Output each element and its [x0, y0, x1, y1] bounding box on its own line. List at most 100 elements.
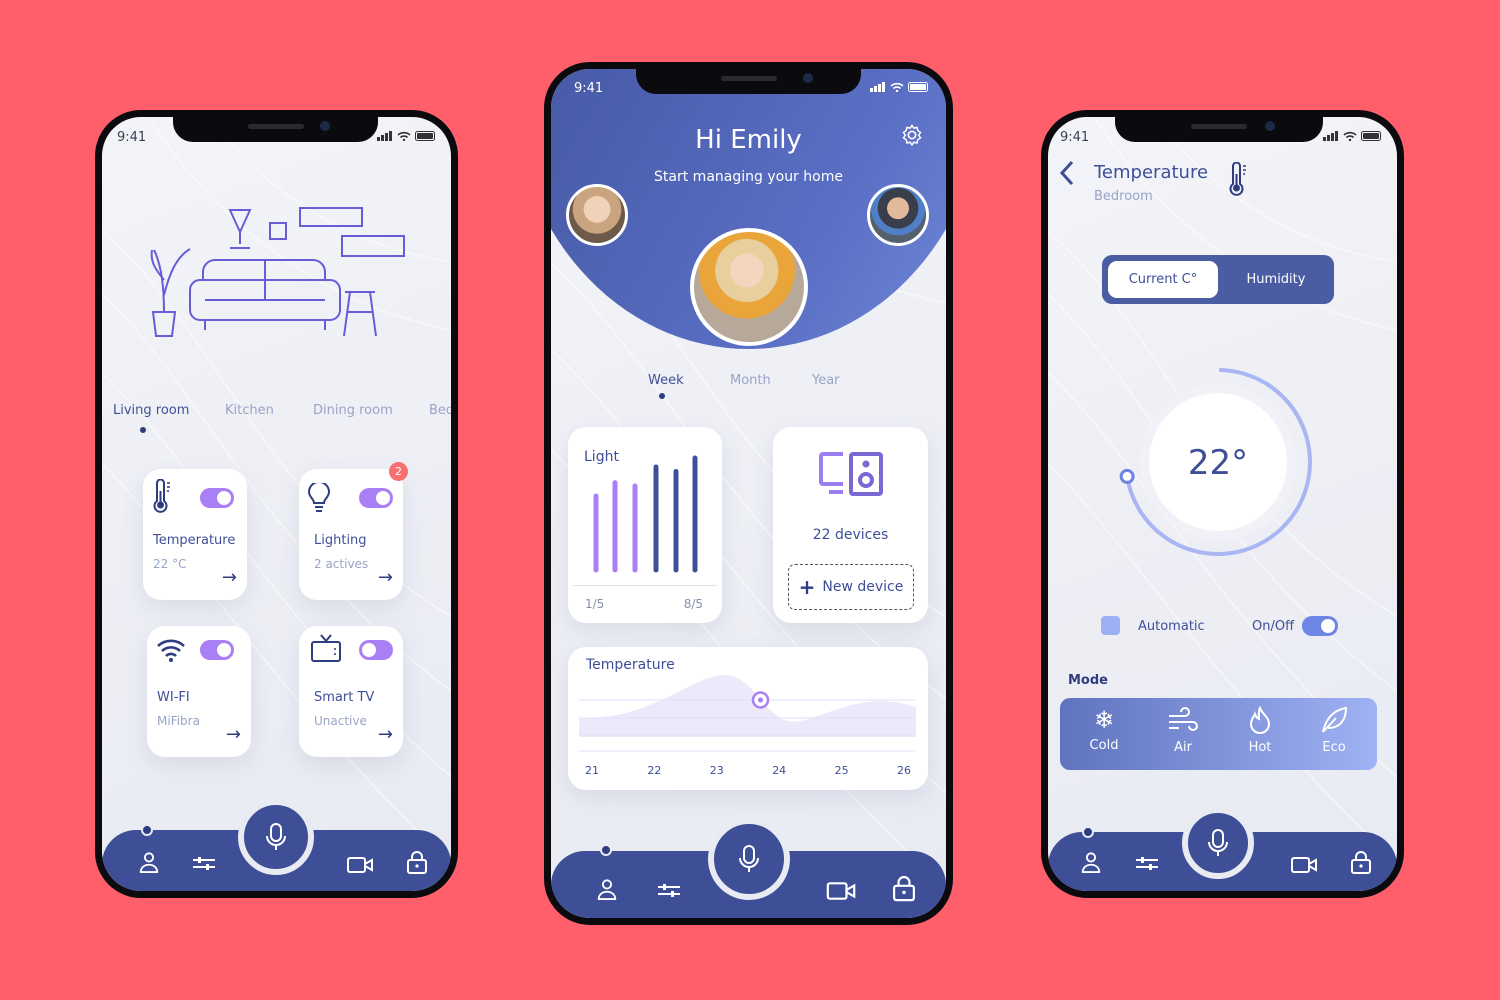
lock-icon[interactable] [1351, 849, 1371, 875]
arrow-right-icon[interactable]: → [226, 724, 241, 745]
user-icon[interactable] [596, 876, 618, 902]
phone-thermostat: 9:41 Temperature Bedroom Current C° Humi… [1041, 110, 1404, 898]
sliders-icon[interactable] [1135, 851, 1159, 875]
notification-badge: 2 [389, 462, 408, 481]
device-status: 22 °C [153, 557, 187, 571]
period-tab-month[interactable]: Month [730, 373, 771, 388]
status-time: 9:41 [1060, 130, 1090, 145]
smart-tv-toggle[interactable] [359, 640, 393, 660]
microphone-button[interactable] [1182, 807, 1254, 879]
x-axis-label: 26 [897, 764, 911, 777]
lock-icon[interactable] [407, 849, 427, 875]
microphone-button[interactable] [708, 818, 790, 900]
automatic-checkbox[interactable] [1101, 616, 1120, 635]
device-status: MiFibra [157, 714, 200, 728]
flame-icon [1249, 705, 1271, 734]
wifi-icon [157, 639, 185, 662]
arrow-right-icon[interactable]: → [378, 567, 393, 588]
signal-icon [377, 131, 392, 141]
greeting-subtitle: Start managing your home [654, 169, 843, 185]
arrow-right-icon[interactable]: → [378, 724, 393, 745]
microphone-button[interactable] [238, 799, 314, 875]
phone-home: 9:41 Living room Kitchen Dining room Bed… [95, 110, 458, 898]
room-tab-kitchen[interactable]: Kitchen [225, 403, 274, 418]
device-card-wifi[interactable]: WI-FI MiFibra → [147, 626, 251, 757]
active-period-indicator [659, 393, 665, 399]
x-axis-label: 21 [585, 764, 599, 777]
mode-cold-label: Cold [1089, 738, 1119, 753]
sliders-icon[interactable] [192, 851, 216, 875]
nav-active-dot [600, 844, 612, 856]
device-name: WI-FI [157, 690, 190, 705]
temperature-card: Temperature 21 22 23 24 25 26 [568, 647, 928, 790]
mode-selector: ❄ Cold Air Hot Eco [1060, 698, 1377, 770]
light-end-label: 8/5 [683, 597, 703, 611]
snowflake-icon: ❄ [1093, 706, 1115, 734]
notch [1115, 117, 1323, 142]
mode-air[interactable]: Air [1161, 706, 1205, 755]
thermometer-icon [152, 479, 172, 513]
battery-icon [908, 82, 928, 92]
x-axis-label: 23 [709, 764, 724, 777]
wifi-status-icon [890, 82, 904, 92]
lightbulb-icon [308, 483, 330, 512]
status-time: 9:41 [574, 81, 604, 96]
segment-current[interactable]: Current C° [1108, 261, 1218, 298]
period-tab-week[interactable]: Week [648, 373, 684, 388]
mode-cold[interactable]: ❄ Cold [1082, 706, 1126, 753]
avatar-emily[interactable] [690, 228, 808, 346]
light-card[interactable]: Light 1/5 8/5 [568, 427, 722, 623]
device-name: Temperature [153, 533, 236, 548]
segment-humidity[interactable]: Humidity [1218, 261, 1334, 298]
phone-dashboard: 9:41 Hi Emily Start managing your home W… [544, 62, 953, 925]
video-icon[interactable] [826, 880, 856, 902]
period-tab-year[interactable]: Year [812, 373, 840, 388]
signal-icon [870, 82, 885, 92]
room-tab-dining-room[interactable]: Dining room [313, 403, 393, 418]
arrow-right-icon[interactable]: → [222, 567, 237, 588]
notch [636, 69, 861, 94]
onoff-label: On/Off [1252, 619, 1295, 634]
temperature-chart [579, 675, 916, 752]
mode-eco[interactable]: Eco [1312, 706, 1356, 755]
avatar-family-member-1[interactable] [566, 184, 628, 246]
dial-handle[interactable] [1119, 468, 1135, 484]
new-device-button[interactable]: + New device [788, 564, 914, 610]
wifi-status-icon [397, 131, 411, 141]
device-card-smart-tv[interactable]: Smart TV Unactive → [299, 626, 403, 757]
devices-count: 22 devices [812, 527, 889, 543]
light-bar-chart [593, 455, 698, 573]
x-axis-label: 25 [834, 764, 849, 777]
avatar-family-member-2[interactable] [867, 184, 929, 246]
mode-hot[interactable]: Hot [1238, 705, 1282, 755]
battery-icon [415, 131, 435, 141]
device-card-temperature[interactable]: Temperature 22 °C → [143, 469, 247, 600]
lighting-toggle[interactable] [359, 488, 393, 508]
nav-active-dot [1082, 826, 1094, 838]
back-chevron-icon[interactable] [1058, 160, 1076, 186]
thermometer-icon [1228, 162, 1248, 196]
user-icon[interactable] [1080, 849, 1102, 875]
user-icon[interactable] [138, 849, 160, 875]
microphone-icon [1208, 829, 1228, 857]
device-name: Lighting [314, 533, 367, 548]
video-icon[interactable] [346, 855, 374, 875]
video-icon[interactable] [1290, 855, 1318, 875]
room-tab-bedroom[interactable]: Bed [429, 403, 451, 418]
room-subtitle: Bedroom [1094, 189, 1153, 204]
temperature-slider-handle[interactable] [751, 691, 770, 709]
battery-icon [1361, 131, 1381, 141]
wifi-toggle[interactable] [200, 640, 234, 660]
mode-segmented-control: Current C° Humidity [1102, 255, 1334, 304]
automatic-label: Automatic [1138, 619, 1205, 634]
device-card-lighting[interactable]: 2 Lighting 2 actives → [299, 462, 408, 600]
room-tab-living-room[interactable]: Living room [113, 403, 189, 418]
device-name: Smart TV [314, 690, 375, 705]
power-toggle[interactable] [1302, 616, 1338, 636]
light-start-label: 1/5 [585, 597, 605, 611]
sliders-icon[interactable] [656, 878, 682, 902]
lock-icon[interactable] [893, 874, 915, 902]
mode-hot-label: Hot [1248, 740, 1272, 755]
temperature-toggle[interactable] [200, 488, 234, 508]
settings-gear-icon[interactable] [901, 124, 923, 146]
